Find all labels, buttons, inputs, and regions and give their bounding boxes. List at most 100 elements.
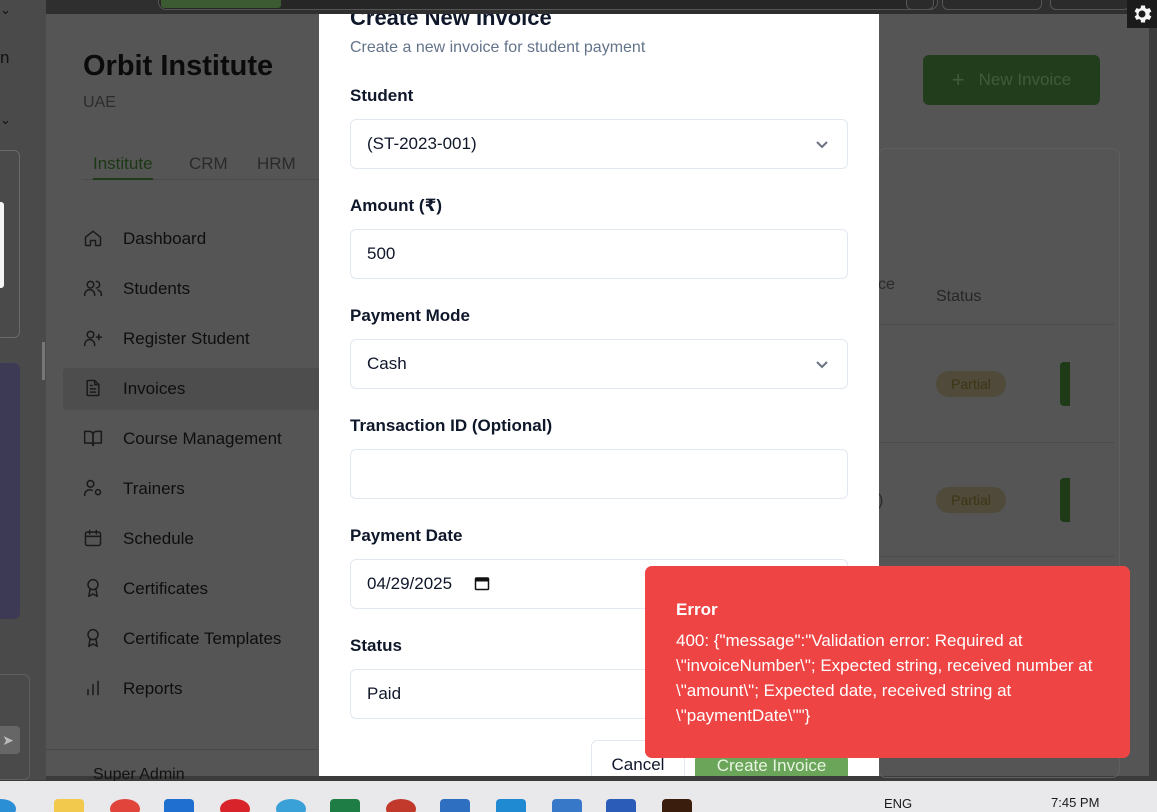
- send-icon[interactable]: ➤: [0, 726, 20, 754]
- illustrator-icon[interactable]: [662, 799, 692, 812]
- chevron-down-icon: [815, 136, 829, 150]
- calendar-icon[interactable]: [474, 575, 492, 593]
- calendar-app-icon[interactable]: [552, 799, 582, 812]
- error-toast[interactable]: Error 400: {"message":"Validation error:…: [645, 566, 1130, 758]
- bar-chart-icon: [83, 678, 105, 700]
- sidebar-item-label: Invoices: [123, 379, 186, 398]
- vscode-icon[interactable]: [496, 799, 526, 812]
- sidebar-item-dashboard[interactable]: Dashboard: [83, 214, 323, 264]
- toolbar-button[interactable]: [942, 0, 1042, 10]
- toast-message: 400: {"message":"Validation error: Requi…: [676, 631, 1093, 725]
- sidebar-nav: Dashboard Students Register Student Invo…: [63, 214, 323, 714]
- chrome-profile-icon[interactable]: [386, 799, 416, 812]
- new-invoice-button[interactable]: + New Invoice: [923, 55, 1100, 105]
- amount-input[interactable]: 500: [350, 229, 848, 279]
- table-header-fragment: ce: [878, 276, 895, 293]
- photos-icon[interactable]: [606, 799, 636, 812]
- award-icon: [83, 578, 105, 600]
- edge-icon[interactable]: [276, 799, 306, 812]
- amount-label: Amount (₹): [350, 196, 443, 215]
- row-action-button[interactable]: [1060, 362, 1070, 406]
- chevron-down-icon: [815, 356, 829, 370]
- payment-date-value: 04/29/2025: [367, 574, 453, 593]
- language-indicator[interactable]: ENG: [884, 796, 912, 811]
- folder-icon[interactable]: [54, 799, 84, 812]
- student-label: Student: [350, 86, 414, 105]
- store-icon[interactable]: [164, 799, 194, 812]
- sidebar-item-course-management[interactable]: Course Management: [83, 414, 323, 464]
- dialog-subtitle: Create a new invoice for student payment: [350, 39, 646, 56]
- sidebar-item-invoices[interactable]: Invoices: [63, 364, 323, 414]
- status-value: Paid: [367, 684, 402, 703]
- toolbar-button[interactable]: [1050, 0, 1130, 10]
- payment-mode-label: Payment Mode: [350, 306, 470, 325]
- opera-icon[interactable]: [220, 799, 250, 812]
- table-header-status: Status: [936, 288, 982, 305]
- user-plus-icon: [83, 328, 105, 350]
- os-taskbar: ENG 7:45 PM: [0, 781, 1157, 812]
- student-select[interactable]: (ST-2023-001): [350, 119, 848, 169]
- side-panel-tab[interactable]: [0, 202, 4, 288]
- status-badge: Partial: [936, 371, 1006, 397]
- app-window-icon[interactable]: [440, 799, 470, 812]
- row-action-button[interactable]: [1060, 478, 1070, 522]
- sidebar-item-certificate-templates[interactable]: Certificate Templates: [83, 614, 323, 664]
- sidebar-item-label: Register Student: [123, 329, 250, 348]
- payment-mode-value: Cash: [367, 354, 407, 373]
- table-divider: [878, 442, 1114, 443]
- sidebar-item-schedule[interactable]: Schedule: [83, 514, 323, 564]
- sidebar-item-trainers[interactable]: Trainers: [83, 464, 323, 514]
- section-tabs: Institute CRM HRM: [83, 152, 323, 180]
- status-badge: Partial: [936, 487, 1006, 513]
- dialog-title: Create New Invoice: [350, 14, 552, 30]
- sidebar-item-label: Course Management: [123, 429, 282, 448]
- plus-icon: +: [951, 67, 965, 92]
- chevron-down-icon[interactable]: ⌄: [0, 112, 11, 128]
- browser-toolbar: [46, 0, 1157, 14]
- toolbar-button[interactable]: [906, 0, 934, 10]
- taskbar-app-icon[interactable]: [0, 799, 16, 812]
- table-divider: [878, 556, 1114, 557]
- settings-gear-button[interactable]: [1127, 0, 1157, 28]
- clock-time[interactable]: 7:45 PM: [1051, 795, 1099, 810]
- users-icon: [83, 278, 105, 300]
- sidebar-item-reports[interactable]: Reports: [83, 664, 323, 714]
- gear-icon: [1134, 5, 1152, 23]
- truncated-text: n: [0, 48, 10, 67]
- sidebar-item-label: Certificates: [123, 579, 209, 598]
- excel-icon[interactable]: [330, 799, 360, 812]
- amount-value: 500: [367, 244, 396, 263]
- sidebar-item-register-student[interactable]: Register Student: [83, 314, 323, 364]
- sidebar-item-label: Reports: [123, 679, 183, 698]
- award-icon: [83, 628, 105, 650]
- toast-title: Error: [676, 600, 718, 619]
- sidebar-item-label: Schedule: [123, 529, 194, 548]
- sidebar-item-label: Dashboard: [123, 229, 207, 248]
- transaction-id-input[interactable]: [350, 449, 848, 499]
- payment-mode-select[interactable]: Cash: [350, 339, 848, 389]
- book-open-icon: [83, 428, 105, 450]
- status-label: Status: [350, 636, 402, 655]
- brand-title: Orbit Institute: [83, 50, 274, 82]
- sidebar-item-label: Certificate Templates: [123, 629, 282, 648]
- payment-date-label: Payment Date: [350, 526, 463, 545]
- sidebar-item-label: Students: [123, 279, 191, 298]
- user-cog-icon: [83, 478, 105, 500]
- scrollbar[interactable]: [42, 342, 45, 380]
- file-text-icon: [83, 378, 105, 400]
- user-footer[interactable]: Super Admin: [46, 749, 318, 784]
- transaction-id-label: Transaction ID (Optional): [350, 416, 553, 435]
- sidebar-item-students[interactable]: Students: [83, 264, 323, 314]
- side-panel-purple: [0, 363, 20, 619]
- adjacent-window-strip: ⌄ n ⌄ ➤: [0, 0, 46, 780]
- tab-crm[interactable]: CRM: [189, 154, 228, 174]
- home-icon: [83, 228, 105, 250]
- sidebar-item-label: Trainers: [123, 479, 185, 498]
- chevron-down-icon[interactable]: ⌄: [0, 2, 11, 18]
- tab-institute[interactable]: Institute: [93, 154, 153, 180]
- address-chip: [161, 0, 281, 8]
- tab-hrm[interactable]: HRM: [257, 154, 296, 174]
- sidebar-item-certificates[interactable]: Certificates: [83, 564, 323, 614]
- chrome-icon[interactable]: [110, 799, 140, 812]
- student-value: (ST-2023-001): [367, 134, 477, 153]
